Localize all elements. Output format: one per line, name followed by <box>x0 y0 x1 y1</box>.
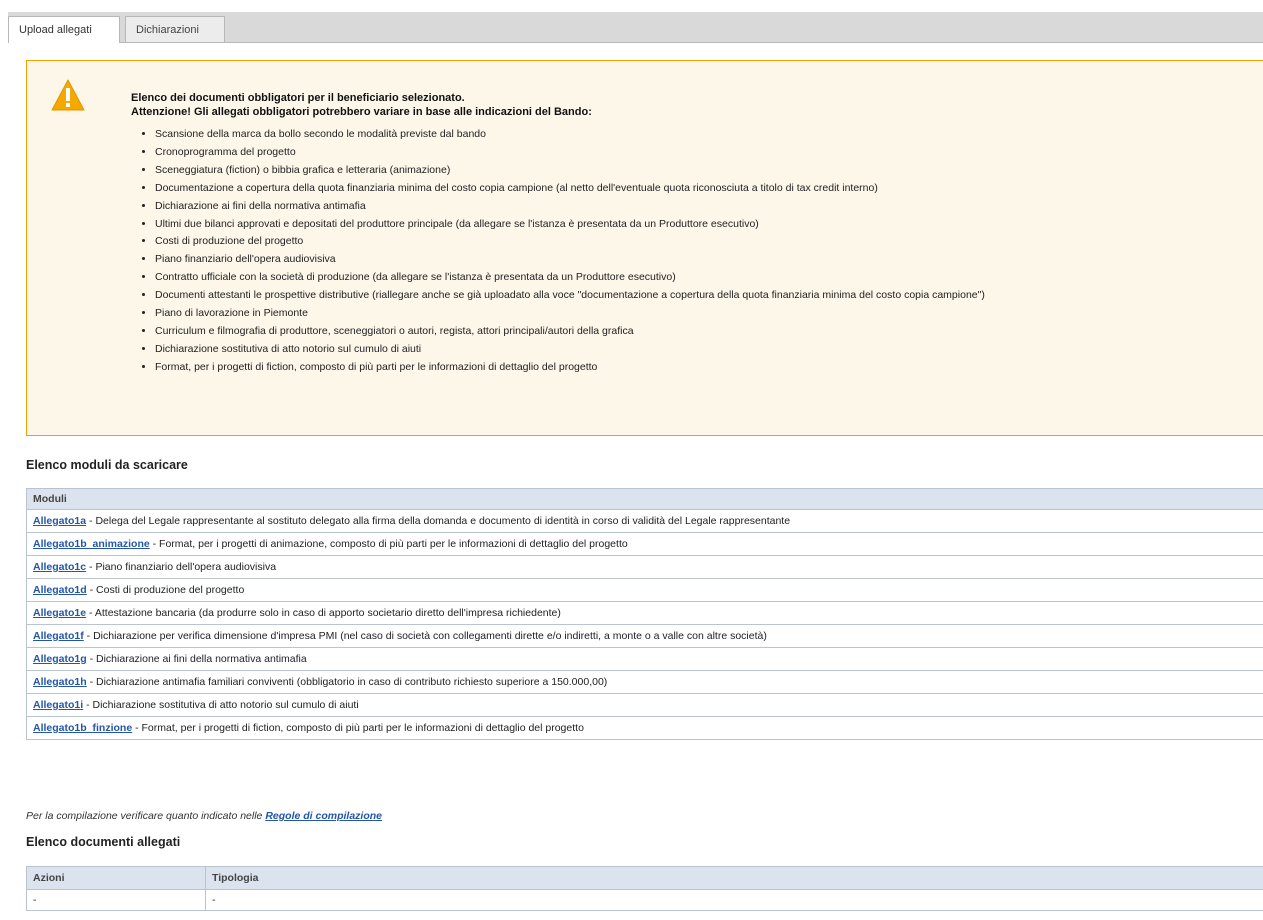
list-item: Contratto ufficiale con la società di pr… <box>155 269 985 287</box>
module-description: - Dichiarazione antimafia familiari conv… <box>86 676 608 688</box>
module-download-link[interactable]: Allegato1c <box>33 561 86 573</box>
module-description: - Dichiarazione per verifica dimensione … <box>83 630 767 642</box>
list-item: Dichiarazione sostitutiva di atto notori… <box>155 341 985 359</box>
warning-panel: Elenco dei documenti obbligatori per il … <box>26 60 1263 436</box>
table-cell: Allegato1b_finzione - Format, per i prog… <box>26 716 1263 740</box>
table-row: - - <box>26 889 1263 911</box>
table-cell-tipologia: - <box>205 889 1263 911</box>
module-download-link[interactable]: Allegato1e <box>33 607 86 619</box>
module-description: - Attestazione bancaria (da produrre sol… <box>86 607 561 619</box>
allegati-table: Azioni Tipologia - - <box>26 866 1263 911</box>
module-description: - Format, per i progetti di animazione, … <box>149 538 628 550</box>
section-title-allegati: Elenco documenti allegati <box>26 835 181 849</box>
table-cell: Allegato1f - Dichiarazione per verifica … <box>26 624 1263 648</box>
table-cell: Allegato1d - Costi di produzione del pro… <box>26 578 1263 602</box>
module-description: - Format, per i progetti di fiction, com… <box>132 722 584 734</box>
module-download-link[interactable]: Allegato1b_animazione <box>33 538 150 550</box>
module-download-link[interactable]: Allegato1f <box>33 630 84 642</box>
table-cell: Allegato1e - Attestazione bancaria (da p… <box>26 601 1263 625</box>
table-row: Allegato1b_finzione - Format, per i prog… <box>26 716 1263 740</box>
module-description: - Piano finanziario dell'opera audiovisi… <box>86 561 277 573</box>
list-item: Sceneggiatura (fiction) o bibbia grafica… <box>155 162 985 180</box>
table-row: Allegato1e - Attestazione bancaria (da p… <box>26 601 1263 625</box>
module-download-link[interactable]: Allegato1b_finzione <box>33 722 132 734</box>
table-cell: Allegato1g - Dichiarazione ai fini della… <box>26 647 1263 671</box>
table-row: Allegato1b_animazione - Format, per i pr… <box>26 532 1263 556</box>
column-header-tipologia: Tipologia <box>205 866 1263 890</box>
list-item: Ultimi due bilanci approvati e depositat… <box>155 216 985 234</box>
table-cell: Allegato1c - Piano finanziario dell'oper… <box>26 555 1263 579</box>
warning-line-2: Attenzione! Gli allegati obbligatori pot… <box>131 106 592 118</box>
list-item: Piano di lavorazione in Piemonte <box>155 305 985 323</box>
list-item: Costi di produzione del progetto <box>155 233 985 251</box>
list-item: Piano finanziario dell'opera audiovisiva <box>155 251 985 269</box>
module-description: - Dichiarazione sostitutiva di atto noto… <box>83 699 359 711</box>
compilation-note: Per la compilazione verificare quanto in… <box>26 810 382 822</box>
column-header-moduli: Moduli <box>26 488 1263 510</box>
list-item: Scansione della marca da bollo secondo l… <box>155 126 985 144</box>
warning-triangle-icon <box>51 79 85 111</box>
list-item: Documenti attestanti le prospettive dist… <box>155 287 985 305</box>
table-row: Allegato1c - Piano finanziario dell'oper… <box>26 555 1263 579</box>
table-row: Allegato1g - Dichiarazione ai fini della… <box>26 647 1263 671</box>
tab-upload-allegati[interactable]: Upload allegati <box>8 16 120 43</box>
moduli-table: Moduli Allegato1a - Delega del Legale ra… <box>26 488 1263 740</box>
note-text: Per la compilazione verificare quanto in… <box>26 810 266 822</box>
table-row: Allegato1h - Dichiarazione antimafia fam… <box>26 670 1263 694</box>
list-item: Curriculum e filmografia di produttore, … <box>155 323 985 341</box>
module-download-link[interactable]: Allegato1i <box>33 699 83 711</box>
warning-message: Elenco dei documenti obbligatori per il … <box>131 91 592 119</box>
module-description: - Costi di produzione del progetto <box>86 584 245 596</box>
module-download-link[interactable]: Allegato1g <box>33 653 87 665</box>
table-row: Allegato1d - Costi di produzione del pro… <box>26 578 1263 602</box>
table-cell: Allegato1b_animazione - Format, per i pr… <box>26 532 1263 556</box>
tab-bar: Upload allegati Dichiarazioni <box>8 12 1263 43</box>
table-cell: Allegato1h - Dichiarazione antimafia fam… <box>26 670 1263 694</box>
required-documents-list: Scansione della marca da bollo secondo l… <box>131 126 985 377</box>
module-description: - Delega del Legale rappresentante al so… <box>86 515 791 527</box>
table-cell: Allegato1a - Delega del Legale rappresen… <box>26 509 1263 533</box>
table-cell-azioni: - <box>26 889 206 911</box>
tab-dichiarazioni[interactable]: Dichiarazioni <box>125 16 225 42</box>
table-row: Allegato1a - Delega del Legale rappresen… <box>26 509 1263 533</box>
list-item: Cronoprogramma del progetto <box>155 144 985 162</box>
table-row: Allegato1i - Dichiarazione sostitutiva d… <box>26 693 1263 717</box>
list-item: Format, per i progetti di fiction, compo… <box>155 359 985 377</box>
module-download-link[interactable]: Allegato1d <box>33 584 87 596</box>
section-title-moduli: Elenco moduli da scaricare <box>26 458 188 472</box>
table-row: Allegato1f - Dichiarazione per verifica … <box>26 624 1263 648</box>
column-header-azioni: Azioni <box>26 866 206 890</box>
module-description: - Dichiarazione ai fini della normativa … <box>86 653 307 665</box>
module-download-link[interactable]: Allegato1h <box>33 676 87 688</box>
regole-compilazione-link[interactable]: Regole di compilazione <box>265 810 382 822</box>
table-cell: Allegato1i - Dichiarazione sostitutiva d… <box>26 693 1263 717</box>
warning-line-1: Elenco dei documenti obbligatori per il … <box>131 92 465 104</box>
module-download-link[interactable]: Allegato1a <box>33 515 86 527</box>
list-item: Documentazione a copertura della quota f… <box>155 180 985 198</box>
list-item: Dichiarazione ai fini della normativa an… <box>155 198 985 216</box>
page: Upload allegati Dichiarazioni Elenco dei… <box>0 0 1263 920</box>
